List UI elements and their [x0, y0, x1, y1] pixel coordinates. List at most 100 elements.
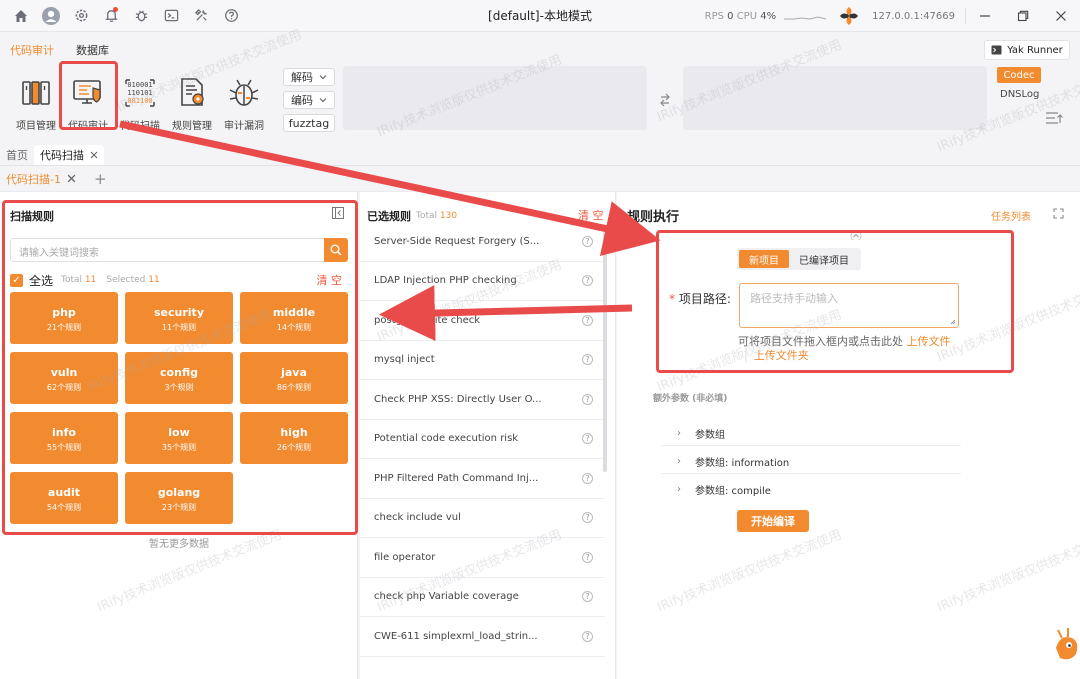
list-item[interactable]: CWE-611 simplexml_load_strin...?: [360, 617, 605, 657]
selected-rules-panel: 已选规则 Total 130 清 空 Server-Side Request F…: [360, 192, 616, 679]
home-icon[interactable]: [6, 2, 36, 30]
ribbon-tab-code-audit[interactable]: 代码审计: [10, 42, 54, 58]
codec-input-area[interactable]: [343, 66, 647, 130]
list-item[interactable]: Potential code execution risk?: [360, 420, 605, 459]
rps-readout: RPS 0 CPU 4%: [704, 10, 777, 22]
list-item[interactable]: LDAP Injection PHP checking?: [360, 262, 605, 301]
maximize-button[interactable]: [1004, 0, 1042, 32]
close-icon: [1056, 11, 1066, 21]
help-circle-icon[interactable]: ?: [582, 314, 593, 326]
list-item[interactable]: PHP Filtered Path Command Inj...?: [360, 459, 605, 499]
notification-dot: [113, 6, 118, 12]
task-list-link[interactable]: 任务列表: [991, 208, 1031, 223]
help-circle-icon[interactable]: ?: [582, 393, 593, 405]
settings-icon[interactable]: [66, 2, 96, 30]
help-circle-icon[interactable]: ?: [582, 354, 593, 366]
help-circle-icon[interactable]: ?: [582, 551, 593, 563]
chevron-down-icon: [319, 98, 327, 103]
close-button[interactable]: [1042, 0, 1080, 32]
chevron-right-icon: ›: [677, 428, 681, 439]
param-divider: [661, 473, 961, 474]
rule-name: CWE-611 simplexml_load_strin...: [374, 630, 538, 642]
avatar-icon[interactable]: [36, 2, 66, 30]
yak-runner-button[interactable]: Yak Runner: [984, 40, 1070, 60]
binary-scan-icon: 010001 110101 001100: [125, 79, 155, 107]
dnslog-tab[interactable]: DNSLog: [1000, 89, 1039, 100]
annotation-highlight-rule-exec-form: [656, 230, 1014, 373]
list-item[interactable]: Server-Side Request Forgery (S...?: [360, 222, 605, 262]
rule-name: check php Variable coverage: [374, 591, 519, 603]
start-compile-button[interactable]: 开始编译: [737, 510, 809, 532]
rule-name: file operator: [374, 551, 436, 563]
ribbon-tab-database[interactable]: 数据库: [76, 42, 109, 58]
tab-code-scan[interactable]: 代码扫描: [34, 145, 104, 165]
help-circle-icon[interactable]: ?: [582, 630, 593, 642]
extra-params-label: 额外参数 (非必填): [653, 394, 728, 404]
list-item[interactable]: file operator?: [360, 538, 605, 578]
rule-name: check include vul: [374, 512, 461, 524]
restore-icon: [1017, 10, 1029, 22]
rule-name: Server-Side Request Forgery (S...: [374, 235, 540, 247]
rule-name: Potential code execution risk: [374, 433, 519, 445]
help-icon[interactable]: [216, 2, 246, 30]
minimize-button[interactable]: [966, 0, 1004, 32]
fullscreen-icon[interactable]: [1053, 208, 1064, 219]
mascot-icon: [1056, 628, 1078, 660]
chevron-right-icon: ›: [677, 456, 681, 467]
codec-tab[interactable]: Codec: [997, 67, 1041, 83]
ribbon-toolbar: 代码审计 数据库 项目管理 代码审计 010001 110101 001100 …: [0, 32, 1080, 144]
param-group-information[interactable]: › 参数组: information: [677, 454, 789, 469]
cpu-sparkline: [784, 16, 827, 20]
list-item[interactable]: check php Variable coverage?: [360, 578, 605, 617]
param-group-1[interactable]: › 参数组: [677, 426, 725, 441]
annotation-highlight-scan-rules: [2, 200, 358, 535]
title-bar: [default]-本地模式 RPS 0 CPU 4% 127.0.0.1:47…: [0, 0, 1080, 32]
help-circle-icon[interactable]: ?: [582, 275, 593, 287]
no-more-data-text: 暂无更多数据: [149, 539, 209, 550]
help-circle-icon[interactable]: ?: [582, 433, 593, 445]
rule-name: LDAP Injection PHP checking: [374, 275, 517, 287]
list-item[interactable]: check include vul?: [360, 499, 605, 538]
clear-selected-rules-button[interactable]: 清 空: [578, 207, 604, 223]
add-subtab-icon[interactable]: +: [94, 170, 107, 188]
fuzztag-button[interactable]: fuzztag: [283, 114, 335, 132]
rule-management-tool[interactable]: 规则管理: [166, 76, 218, 132]
project-management-tool[interactable]: 项目管理: [10, 76, 62, 132]
help-circle-icon[interactable]: ?: [582, 235, 593, 247]
bug-icon[interactable]: [126, 2, 156, 30]
help-circle-icon[interactable]: ?: [582, 472, 593, 484]
collapse-ribbon-icon[interactable]: [1045, 111, 1063, 125]
svg-text:010001: 010001: [127, 81, 152, 89]
swap-arrows-icon[interactable]: [659, 93, 671, 107]
decode-dropdown[interactable]: 解码: [283, 68, 335, 86]
code-scan-tool[interactable]: 010001 110101 001100 代码扫描: [114, 76, 166, 132]
param-group-compile[interactable]: › 参数组: compile: [677, 482, 771, 497]
selected-rules-list: Server-Side Request Forgery (S...? LDAP I…: [360, 222, 605, 657]
rule-name: mysql inject: [374, 354, 435, 366]
encode-dropdown[interactable]: 编码: [283, 91, 335, 109]
yak-logo-icon[interactable]: [838, 5, 860, 27]
tab-home[interactable]: 首页: [0, 145, 34, 165]
list-item[interactable]: Check PHP XSS: Directly User O...?: [360, 380, 605, 420]
rule-name: PHP Filtered Path Command Inj...: [374, 472, 539, 484]
list-item[interactable]: mysql inject?: [360, 341, 605, 380]
rule-document-gear-icon: [181, 78, 204, 106]
close-subtab-icon[interactable]: [67, 174, 76, 183]
help-circle-icon[interactable]: ?: [582, 591, 593, 603]
svg-text:110101: 110101: [127, 89, 152, 97]
list-item[interactable]: postgres sqlite check?: [360, 301, 605, 341]
terminal-icon: [991, 45, 1002, 55]
notification-bell-icon[interactable]: [96, 2, 126, 30]
audit-vulnerability-tool[interactable]: 审计漏洞: [218, 76, 270, 132]
subtab-code-scan-1[interactable]: 代码扫描-1: [0, 171, 82, 187]
tools-icon[interactable]: [186, 2, 216, 30]
vulnerability-bug-icon: [229, 79, 259, 106]
svg-text:001100: 001100: [127, 97, 152, 105]
terminal-icon[interactable]: [156, 2, 186, 30]
help-circle-icon[interactable]: ?: [582, 512, 593, 524]
rules-scrollbar[interactable]: [603, 232, 607, 472]
close-tab-icon[interactable]: [90, 151, 98, 159]
rule-name: postgres sqlite check: [374, 314, 481, 326]
param-divider: [661, 445, 961, 446]
codec-output-area[interactable]: [683, 66, 987, 130]
